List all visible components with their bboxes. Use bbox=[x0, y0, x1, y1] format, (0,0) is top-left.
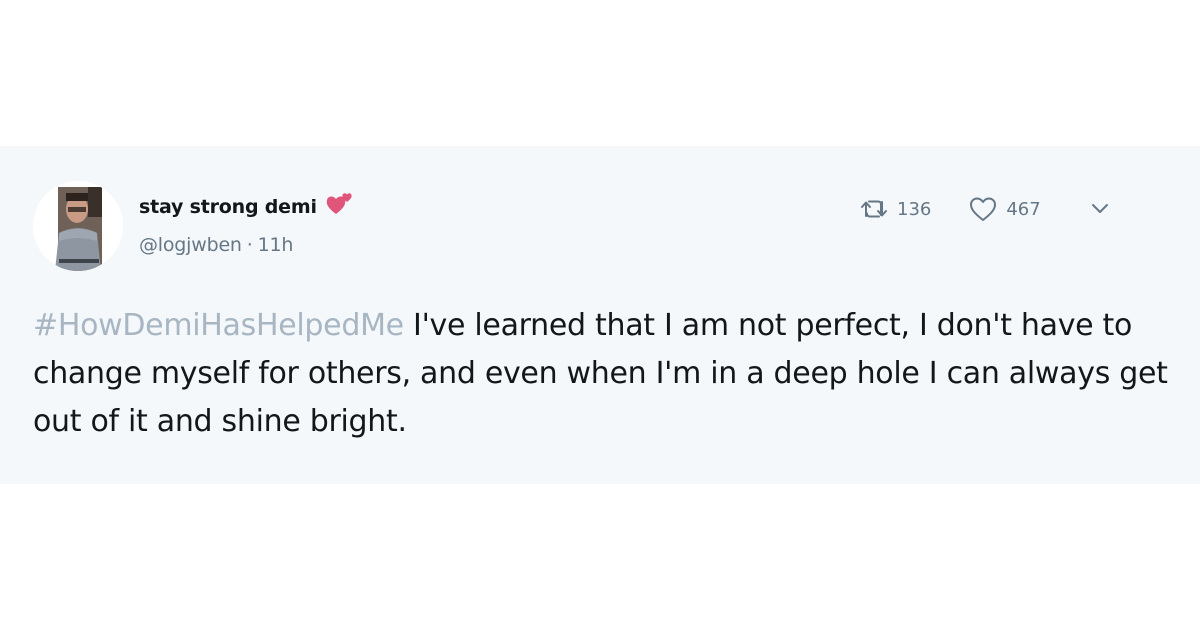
author-meta: @logjwben · 11h bbox=[139, 234, 293, 256]
retweet-button[interactable]: 136 bbox=[860, 198, 931, 220]
tweet-timestamp[interactable]: 11h bbox=[258, 234, 294, 256]
avatar-photo bbox=[33, 181, 123, 271]
tweet-menu-button[interactable] bbox=[1091, 203, 1109, 215]
tweet-card: stay strong demi @logjwben · 11h 136 467… bbox=[0, 146, 1200, 484]
retweet-icon bbox=[861, 200, 887, 218]
tweet-actions: 136 467 bbox=[860, 196, 1109, 222]
tweet-text: #HowDemiHasHelpedMe I've learned that I … bbox=[33, 302, 1173, 446]
avatar[interactable] bbox=[33, 181, 123, 271]
meta-separator: · bbox=[246, 234, 253, 256]
author-display-name[interactable]: stay strong demi bbox=[139, 196, 317, 218]
chevron-down-icon bbox=[1091, 204, 1108, 213]
author-name-row: stay strong demi bbox=[139, 192, 355, 222]
author-handle[interactable]: @logjwben bbox=[139, 234, 242, 256]
retweet-count: 136 bbox=[897, 198, 932, 220]
hashtag-link[interactable]: #HowDemiHasHelpedMe bbox=[33, 308, 404, 343]
like-button[interactable]: 467 bbox=[969, 196, 1041, 222]
like-count: 467 bbox=[1006, 198, 1041, 220]
heart-outline-icon bbox=[970, 197, 997, 221]
page: stay strong demi @logjwben · 11h 136 467… bbox=[0, 0, 1200, 628]
two-hearts-emoji-icon bbox=[325, 188, 355, 218]
